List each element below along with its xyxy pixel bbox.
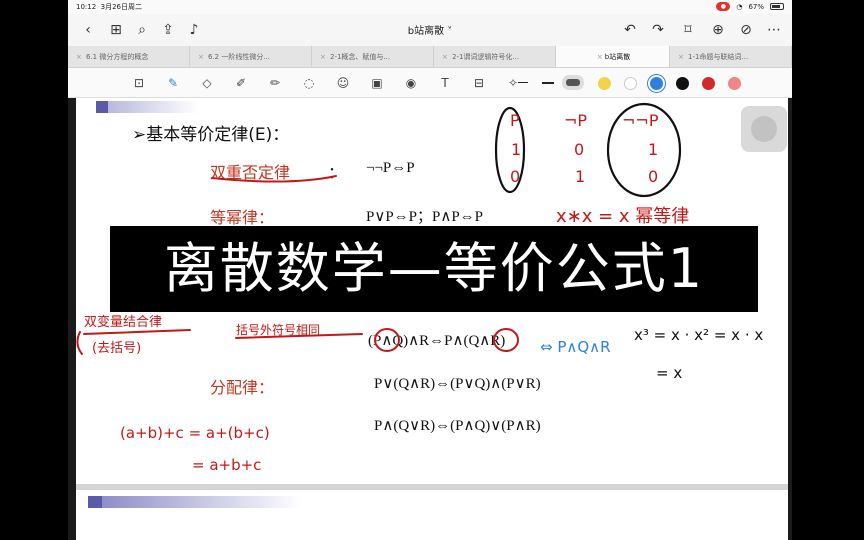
ink-power-note1: x³ = x · x² = x · x <box>634 326 763 344</box>
ink-np-header: ¬P <box>564 111 587 130</box>
ink-nnp-0: 0 <box>648 167 658 186</box>
ink-np-0: 0 <box>574 140 584 159</box>
ink-assoc-note2: (去括号) <box>92 341 141 356</box>
title-banner: 离散数学—等价公式1 <box>110 226 758 312</box>
ink-sum-note2: = a+b+c <box>192 456 261 474</box>
ink-p-1: 1 <box>511 140 521 159</box>
ink-circle-and1 <box>374 328 400 352</box>
ink-nnp-1: 1 <box>648 140 658 159</box>
ink-underline-law1 <box>211 175 337 183</box>
ink-underline-note <box>83 329 191 335</box>
ink-circle-and2 <box>493 328 519 352</box>
ink-idempotent-note: x∗x = x 幂等律 <box>556 206 689 227</box>
ink-np-1: 1 <box>575 167 585 186</box>
ink-sum-note1: (a+b)+c = a+(b+c) <box>120 424 270 442</box>
screen: 10:12 3月26日周二 ● ◔ 67% ‹ ⊞ ⌕ ⇪ ♪ b站离散 ˅ ↶… <box>0 0 864 540</box>
ink-power-note2: = x <box>656 364 682 382</box>
ink-assoc-note1: 双变量结合律 <box>84 314 162 330</box>
ink-assoc-arrow: ⇔ P∧Q∧R <box>540 338 611 356</box>
ink-p-0: 0 <box>510 167 520 186</box>
ink-nnp-header: ¬¬P <box>622 111 659 130</box>
floating-scroll-handle[interactable] <box>741 106 787 152</box>
ink-bracket <box>76 331 83 355</box>
ink-p-header: P <box>510 111 520 130</box>
